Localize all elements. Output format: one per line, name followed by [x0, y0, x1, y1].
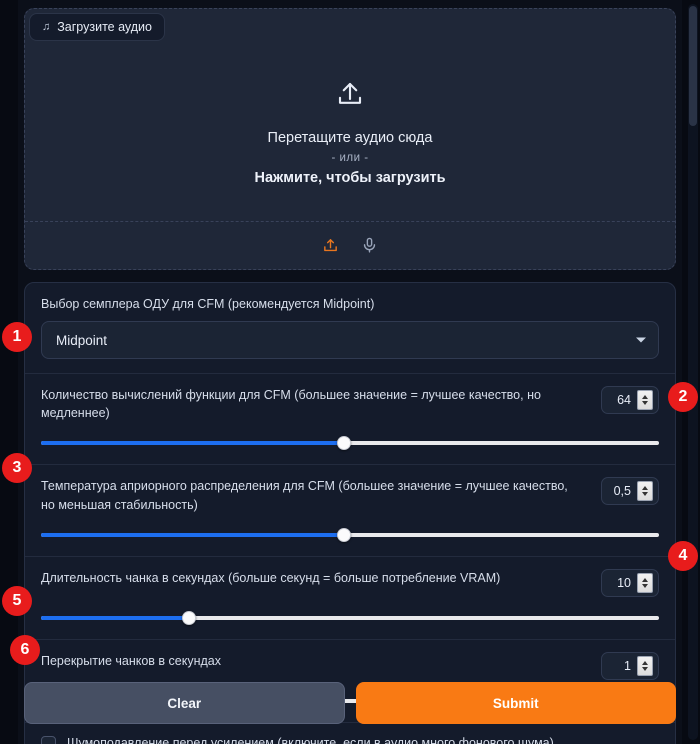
annotation-badge-5: 5 [2, 586, 32, 616]
annotation-badge-4: 4 [668, 541, 698, 571]
nfe-slider-thumb[interactable] [336, 436, 351, 451]
nfe-spinner-icon[interactable] [637, 390, 653, 411]
setting-row-temperature: Температура априорного распределения для… [25, 465, 675, 557]
upload-icon [335, 79, 365, 114]
sampler-select[interactable]: Midpoint [41, 321, 659, 360]
temperature-slider-fill [41, 532, 344, 537]
annotation-badge-1: 1 [2, 322, 32, 352]
upload-file-icon[interactable] [322, 237, 339, 254]
chunk-duration-label: Длительность чанка в секундах (больше се… [41, 570, 501, 585]
temperature-spinner-icon[interactable] [637, 481, 653, 502]
dropzone-title: Перетащите аудио сюда [267, 130, 433, 146]
chunk-duration-number-input[interactable]: 10 [601, 568, 659, 597]
setting-row-nfe: Количество вычислений функции для CFM (б… [25, 374, 675, 466]
chunk-overlap-number-input[interactable]: 1 [601, 651, 659, 680]
dropzone-or-separator: - или - [331, 152, 369, 164]
microphone-icon[interactable] [361, 237, 378, 254]
page-scrollbar-thumb[interactable] [689, 6, 697, 126]
chunk-duration-value: 10 [617, 575, 631, 590]
nfe-value: 64 [617, 393, 631, 408]
nfe-label: Количество вычислений функции для CFM (б… [41, 388, 541, 421]
chunk-duration-slider-thumb[interactable] [182, 610, 197, 625]
chunk-duration-slider[interactable] [41, 610, 659, 625]
left-gutter [0, 0, 18, 744]
dropzone-toolbar [25, 221, 675, 269]
annotation-badge-6: 6 [10, 635, 40, 665]
chunk-duration-spinner-icon[interactable] [637, 572, 653, 593]
temperature-slider[interactable] [41, 527, 659, 542]
setting-row-sampler: Выбор семплера ОДУ для CFM (рекомендуетс… [25, 283, 675, 375]
denoise-label: Шумоподавление перед усилением (включите… [67, 736, 554, 744]
dropzone-click-hint: Нажмите, чтобы загрузить [254, 170, 446, 186]
denoise-checkbox[interactable] [41, 735, 56, 744]
sampler-selected-value: Midpoint [56, 332, 108, 348]
annotation-badge-2: 2 [668, 382, 698, 412]
annotation-badge-3: 3 [2, 453, 32, 483]
temperature-label: Температура априорного распределения для… [41, 479, 568, 512]
chunk-overlap-label: Перекрытие чанков в секундах [41, 653, 221, 668]
sampler-label: Выбор семплера ОДУ для CFM (рекомендуетс… [41, 297, 375, 311]
action-bar: Clear Submit [24, 682, 676, 724]
music-note-icon: ♫ [42, 20, 51, 33]
audio-upload-dropzone[interactable]: ♫ Загрузите аудио Перетащите аудио сюда … [24, 8, 676, 270]
chunk-overlap-spinner-icon[interactable] [637, 655, 653, 676]
nfe-number-input[interactable]: 64 [601, 386, 659, 415]
temperature-slider-thumb[interactable] [336, 527, 351, 542]
upload-audio-tab-label: Загрузите аудио [57, 20, 152, 34]
setting-row-denoise[interactable]: Шумоподавление перед усилением (включите… [25, 723, 675, 744]
nfe-slider[interactable] [41, 436, 659, 451]
clear-button[interactable]: Clear [24, 682, 345, 724]
temperature-value: 0,5 [613, 484, 631, 499]
app-root: ♫ Загрузите аудио Перетащите аудио сюда … [0, 0, 700, 744]
chunk-duration-slider-fill [41, 615, 190, 620]
nfe-slider-fill [41, 441, 344, 446]
upload-audio-tab[interactable]: ♫ Загрузите аудио [29, 13, 165, 41]
temperature-number-input[interactable]: 0,5 [601, 477, 659, 506]
chevron-down-icon[interactable] [636, 337, 646, 343]
setting-row-chunk-duration: Длительность чанка в секундах (больше се… [25, 557, 675, 640]
settings-panel: Выбор семплера ОДУ для CFM (рекомендуетс… [24, 282, 676, 744]
chunk-overlap-value: 1 [624, 658, 631, 673]
dropzone-content: Перетащите аудио сюда - или - Нажмите, ч… [25, 79, 675, 186]
submit-button[interactable]: Submit [355, 682, 676, 724]
